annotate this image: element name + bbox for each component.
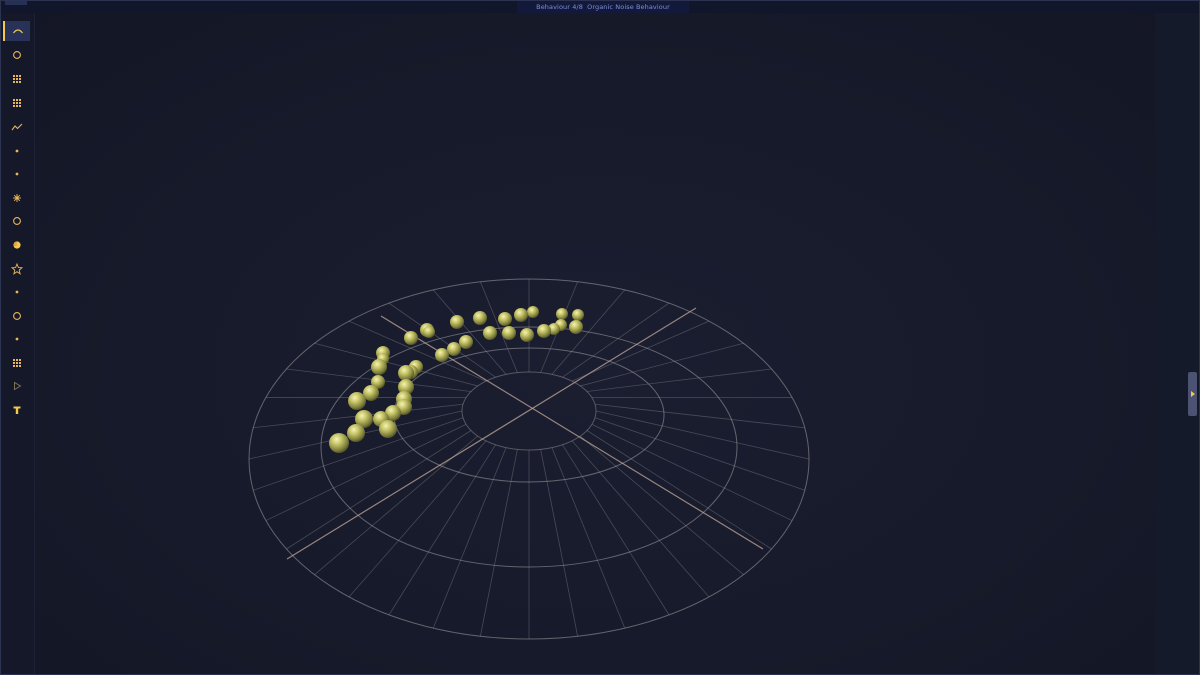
sphere: [379, 420, 397, 438]
tool-point-2[interactable]: [3, 164, 30, 184]
dot-icon: [15, 172, 18, 176]
text-icon: [13, 406, 20, 414]
tool-text[interactable]: [3, 400, 30, 420]
grid-spoke: [580, 435, 744, 576]
sphere-cluster: [329, 306, 584, 453]
right-panel-toggle[interactable]: [1188, 372, 1197, 416]
sphere: [527, 306, 539, 318]
sphere: [473, 311, 487, 325]
sphere: [329, 433, 349, 453]
tool-grid-3[interactable]: [3, 353, 30, 373]
sphere: [423, 326, 435, 338]
tool-ring[interactable]: [3, 211, 30, 231]
circle-icon: [12, 51, 21, 59]
tool-arc[interactable]: [3, 21, 30, 41]
sphere: [572, 309, 584, 321]
top-left-tab[interactable]: [5, 1, 27, 5]
right-gutter: [1155, 13, 1199, 674]
sphere: [514, 308, 528, 322]
circle-icon: [12, 217, 21, 225]
3d-viewport[interactable]: [35, 13, 1155, 674]
tool-point[interactable]: [3, 141, 30, 161]
tool-star[interactable]: [3, 259, 30, 279]
tool-grid[interactable]: [3, 69, 30, 89]
grid-spoke: [348, 440, 487, 598]
grid-spoke: [388, 444, 496, 616]
play-icon: [13, 381, 21, 391]
app-window: Behaviour 4/8 Organic Noise Behaviour: [0, 0, 1200, 675]
sphere: [447, 342, 461, 356]
circle-icon: [12, 312, 21, 320]
grid-spoke: [571, 440, 710, 598]
wave-icon: [11, 123, 22, 131]
sphere: [404, 331, 418, 345]
sphere: [498, 312, 512, 326]
star-icon: [10, 263, 23, 275]
grid-icon: [12, 359, 21, 367]
behaviour-counter: Behaviour 4/8: [536, 3, 583, 11]
sphere: [556, 308, 568, 320]
burst-icon: [12, 194, 21, 202]
tool-play[interactable]: [3, 376, 30, 396]
dot-icon: [15, 337, 18, 341]
grid-spoke: [265, 423, 467, 521]
grid-spoke: [586, 368, 772, 392]
sphere: [537, 324, 551, 338]
dot-icon: [15, 149, 18, 153]
polar-scene[interactable]: [35, 13, 1157, 675]
top-bar: Behaviour 4/8 Organic Noise Behaviour: [1, 1, 1199, 13]
tool-burst[interactable]: [3, 188, 30, 208]
sphere: [569, 320, 583, 334]
tool-sidebar: [1, 13, 35, 674]
grid-spoke: [432, 447, 507, 629]
tool-point-4[interactable]: [3, 329, 30, 349]
tool-wave[interactable]: [3, 117, 30, 137]
grid-spoke: [562, 444, 670, 616]
behaviour-title: Behaviour 4/8 Organic Noise Behaviour: [517, 1, 689, 13]
tool-ring-2[interactable]: [3, 306, 30, 326]
sphere: [348, 392, 366, 410]
sphere: [371, 359, 387, 375]
sphere: [347, 424, 365, 442]
grid-icon: [12, 75, 21, 83]
grid-spoke: [551, 289, 626, 375]
sphere: [502, 326, 516, 340]
sphere: [459, 335, 473, 349]
dot-icon: [15, 290, 18, 294]
pie-icon: [12, 241, 21, 249]
sphere: [483, 326, 497, 340]
grid-spoke: [551, 447, 626, 629]
behaviour-name: Organic Noise Behaviour: [587, 3, 670, 11]
grid-spoke: [479, 449, 518, 637]
grid-spoke: [540, 449, 579, 637]
grid-spoke: [595, 410, 810, 460]
chevron-right-icon: [1190, 391, 1195, 397]
grid-spoke: [594, 417, 805, 491]
grid-spoke: [594, 403, 805, 429]
grid-icon: [12, 99, 21, 107]
sphere: [398, 365, 414, 381]
tool-grid-2[interactable]: [3, 93, 30, 113]
tool-pie[interactable]: [3, 235, 30, 255]
sphere: [435, 348, 449, 362]
tool-point-3[interactable]: [3, 282, 30, 302]
sphere: [450, 315, 464, 329]
sphere: [520, 328, 534, 342]
arc-icon: [12, 29, 23, 34]
tool-circle[interactable]: [3, 45, 30, 65]
